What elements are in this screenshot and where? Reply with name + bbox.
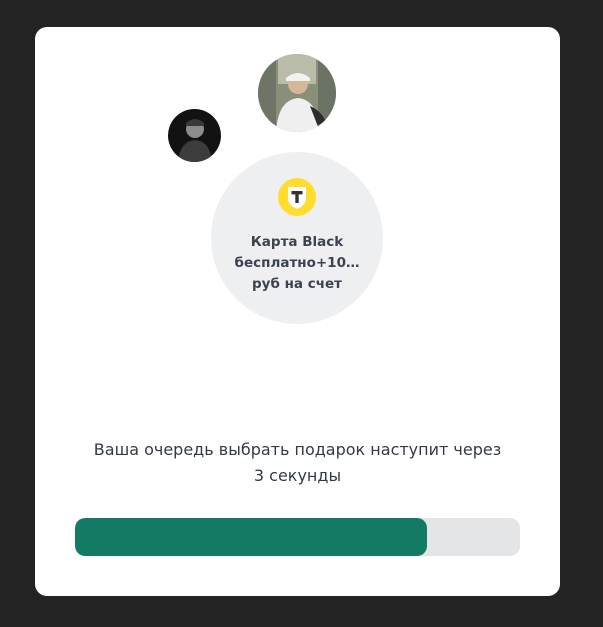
user-avatar-top: [258, 54, 336, 132]
user-photo-icon: [168, 109, 221, 162]
queue-progress-bar: [75, 518, 520, 556]
offer-title: Карта Black бесплатно+10… руб на счет: [234, 234, 360, 292]
queue-progress-fill: [75, 518, 427, 556]
queue-message-line: Ваша очередь выбрать подарок наступит че…: [93, 440, 502, 459]
user-avatar-left: [168, 109, 221, 162]
tinkoff-logo-icon: [277, 177, 317, 217]
queue-countdown: 3 секунды: [253, 466, 342, 485]
user-photo-icon: [258, 54, 336, 132]
queue-message: Ваша очередь выбрать подарок наступит че…: [53, 437, 542, 489]
offer-bubble[interactable]: Карта Black бесплатно+10… руб на счет: [211, 152, 383, 324]
gift-queue-card: Карта Black бесплатно+10… руб на счет Ва…: [35, 27, 560, 596]
